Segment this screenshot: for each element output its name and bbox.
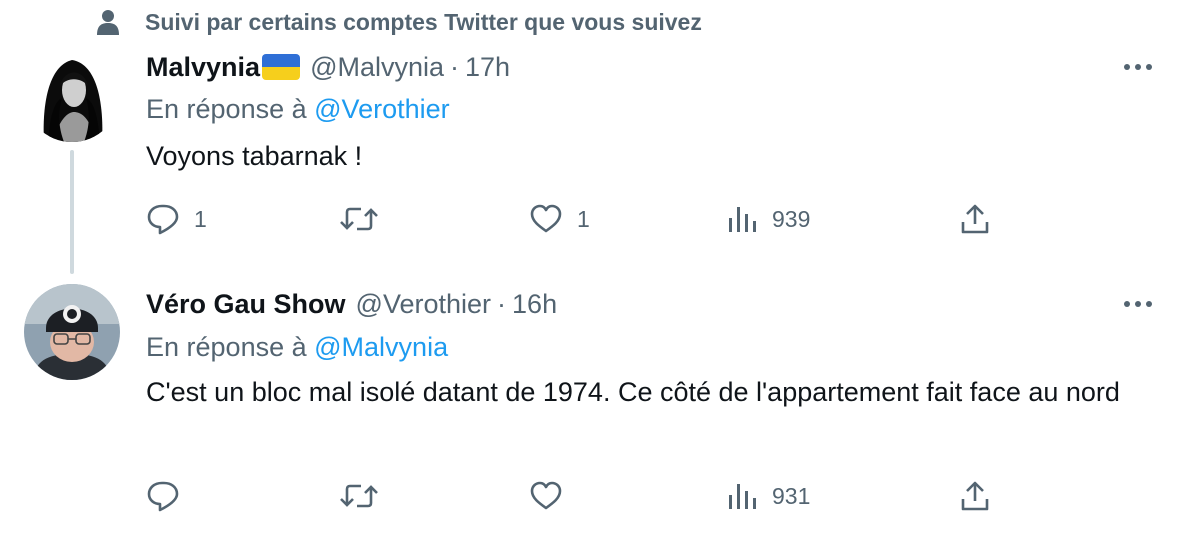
share-icon — [961, 481, 989, 511]
tweet-text: Voyons tabarnak ! — [146, 141, 363, 171]
share-icon — [961, 204, 989, 234]
display-name[interactable]: Véro Gau Show — [146, 289, 346, 320]
timestamp[interactable]: 16h — [512, 289, 557, 320]
retweet-icon — [340, 484, 378, 508]
more-options-icon[interactable] — [1118, 52, 1158, 82]
views-button[interactable]: 931 — [726, 476, 810, 516]
share-button[interactable] — [958, 199, 992, 239]
reply-context: En réponse à @Malvynia — [146, 332, 448, 363]
reply-mention-link[interactable]: @Verothier — [314, 94, 449, 124]
views-count: 939 — [772, 205, 811, 232]
reply-prefix: En réponse à — [146, 94, 307, 124]
tweet-text: C'est un bloc mal isolé datant de 1974. … — [146, 377, 1120, 407]
avatar[interactable] — [24, 46, 120, 142]
like-button[interactable] — [529, 476, 577, 516]
avatar[interactable] — [24, 284, 120, 380]
like-count: 1 — [577, 205, 590, 232]
reply-context: En réponse à @Verothier — [146, 94, 450, 125]
reply-mention-link[interactable]: @Malvynia — [314, 332, 448, 362]
like-button[interactable]: 1 — [529, 199, 590, 239]
separator: · — [497, 288, 507, 319]
tweet-header: Véro Gau Show @Verothier · 16h — [146, 286, 557, 322]
reply-prefix: En réponse à — [146, 332, 307, 362]
retweet-button[interactable] — [339, 199, 393, 239]
reply-count: 1 — [194, 205, 207, 232]
views-icon — [729, 207, 756, 232]
tweet[interactable]: Véro Gau Show @Verothier · 16h En répons… — [0, 270, 1178, 540]
more-options-icon[interactable] — [1118, 289, 1158, 319]
heart-icon — [530, 204, 562, 233]
views-button[interactable]: 939 — [726, 199, 810, 239]
retweet-icon — [340, 207, 378, 231]
views-icon — [729, 484, 756, 509]
reply-button[interactable]: 1 — [146, 199, 207, 239]
tweet-header: Malvynia @Malvynia · 17h — [146, 49, 510, 85]
tweet[interactable]: Malvynia @Malvynia · 17h En réponse à @V… — [0, 0, 1178, 274]
display-name[interactable]: Malvynia — [146, 52, 260, 83]
reply-button[interactable] — [146, 476, 194, 516]
timestamp[interactable]: 17h — [465, 52, 510, 83]
retweet-button[interactable] — [339, 476, 393, 516]
reply-icon — [147, 204, 179, 235]
reply-icon — [147, 481, 179, 512]
separator: · — [450, 51, 460, 82]
handle[interactable]: @Malvynia — [310, 52, 444, 83]
heart-icon — [530, 481, 562, 510]
views-count: 931 — [772, 482, 811, 509]
ukraine-flag-icon — [262, 54, 301, 80]
handle[interactable]: @Verothier — [356, 289, 491, 320]
thread-line — [70, 150, 74, 274]
share-button[interactable] — [958, 476, 992, 516]
